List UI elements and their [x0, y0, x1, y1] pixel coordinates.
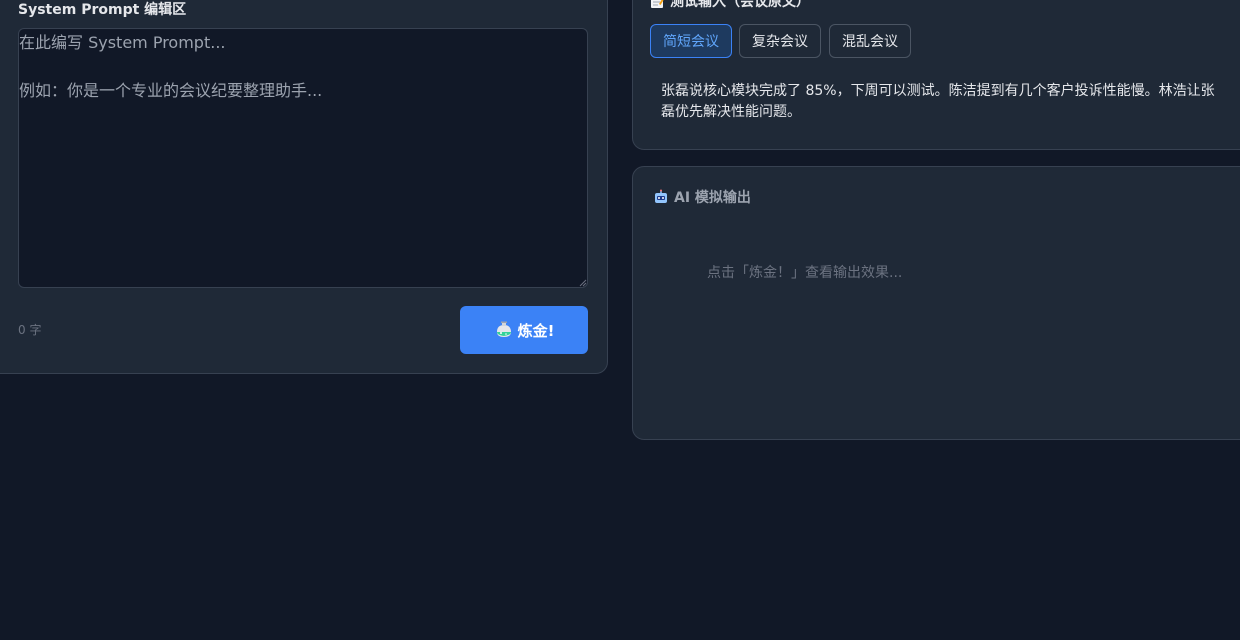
meeting-transcript: 张磊说核心模块完成了 85%，下周可以测试。陈洁提到有几个客户投诉性能慢。林浩让… [661, 83, 1215, 120]
test-input-header: 测试输入（会议原文） [650, 0, 810, 11]
scenario-complex-button[interactable]: 复杂会议 [739, 24, 821, 58]
char-count: 0 字 [18, 323, 42, 337]
ai-output-header: AI 模拟输出 [653, 187, 751, 207]
system-prompt-input[interactable] [18, 28, 588, 288]
ai-output-title: AI 模拟输出 [674, 190, 751, 206]
scenario-chaotic-button[interactable]: 混乱会议 [829, 24, 911, 58]
robot-icon [655, 189, 667, 203]
alembic-icon [496, 321, 511, 337]
alchemy-button-label: 炼金! [517, 321, 555, 340]
editor-panel: System Prompt 编辑区 0 字 炼金! [0, 0, 608, 374]
scenario-brief-button[interactable]: 简短会议 [650, 24, 732, 58]
ai-output-panel: AI 模拟输出 点击「炼金！」查看输出效果... [632, 166, 1240, 440]
prompt-alchemy-page: System Prompt 编辑区 0 字 炼金! [0, 0, 1240, 640]
editor-title: System Prompt 编辑区 [18, 2, 187, 18]
memo-icon [651, 0, 664, 8]
resize-handle-icon[interactable] [579, 279, 587, 287]
test-input-title: 测试输入（会议原文） [670, 0, 810, 10]
alchemy-button[interactable]: 炼金! [460, 306, 588, 354]
ai-output-placeholder: 点击「炼金！」查看输出效果... [707, 265, 903, 281]
test-input-panel: 测试输入（会议原文） 简短会议 复杂会议 混乱会议 张磊说核心模块完成了 85%… [632, 0, 1240, 150]
